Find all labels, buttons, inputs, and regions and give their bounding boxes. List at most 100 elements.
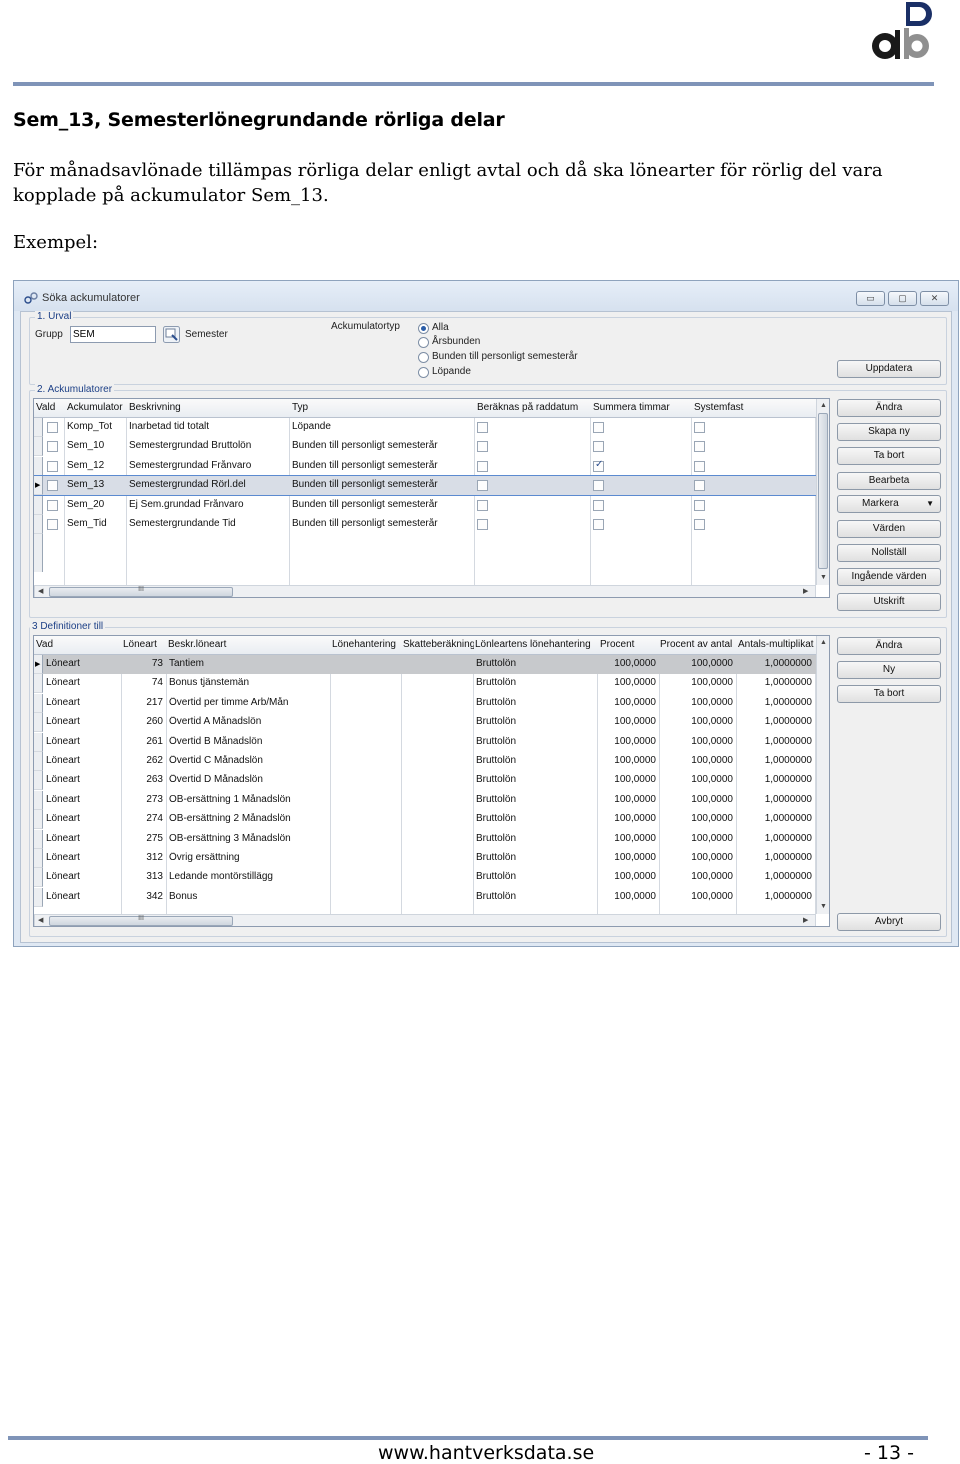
accumulator-hscroll[interactable]: ◀ III ▶ [34,585,816,597]
radio-arsbunden[interactable] [418,337,429,348]
row-header[interactable] [34,752,43,771]
lookup-icon[interactable] [163,326,180,343]
col-lonearten-lonehantering[interactable]: Lönleartens lönehantering [475,639,598,650]
close-window-button[interactable]: ✕ [920,291,949,306]
scroll-left-icon[interactable]: ◀ [38,916,43,924]
vald-checkbox[interactable] [47,519,58,530]
summera-checkbox[interactable] [593,459,604,472]
systemfast-checkbox[interactable] [694,480,705,492]
row-header[interactable] [34,418,43,437]
scroll-up-icon[interactable]: ▲ [820,639,827,646]
col-vad[interactable]: Vad [36,639,121,650]
row-header[interactable] [34,829,43,849]
def-ta-bort-button[interactable]: Ta bort [837,685,941,703]
row-header[interactable] [34,790,43,810]
scroll-up-icon[interactable]: ▲ [820,402,827,409]
varden-button[interactable]: Värden [837,520,941,538]
utskrift-button[interactable]: Utskrift [837,593,941,611]
row-header[interactable] [34,849,43,868]
row-header[interactable] [34,732,43,752]
accumulator-row[interactable]: Sem_Tid Semestergrundande Tid Bunden till … [34,515,816,534]
scroll-down-icon[interactable]: ▼ [820,574,827,581]
vald-checkbox[interactable] [47,422,58,433]
summera-checkbox[interactable] [593,441,604,453]
row-header[interactable] [34,437,43,457]
definition-row[interactable]: Löneart 261 Övertid B Månadslön Bruttolön 10… [34,732,816,752]
col-beskrivning[interactable]: Beskrivning [129,402,289,413]
systemfast-checkbox[interactable] [694,499,705,511]
col-vald[interactable]: Vald [36,402,64,413]
accumulator-row[interactable]: Sem_10 Semestergrundad Bruttolön Bunden ti… [34,437,816,457]
systemfast-checkbox[interactable] [694,519,705,530]
scroll-down-icon[interactable]: ▼ [820,903,827,910]
col-antals-multiplikator[interactable]: Antals-multiplikat [738,639,816,650]
bearbeta-button[interactable]: Bearbeta [837,472,941,490]
beraknas-checkbox[interactable] [477,499,488,511]
row-header[interactable]: ▶ [34,476,43,496]
accumulator-row[interactable]: Komp_Tot Inarbetad tid totalt Löpande [34,418,816,437]
definition-row[interactable]: Löneart 260 Övertid A Månadslön Bruttolön 10… [34,713,816,733]
row-header[interactable]: ▶ [34,655,43,674]
minimize-button[interactable]: ▭ [856,291,885,306]
scroll-right-icon[interactable]: ▶ [803,916,808,924]
markera-button[interactable]: Markera ▼ [837,495,941,513]
beraknas-checkbox[interactable] [477,460,488,472]
vald-checkbox[interactable] [47,441,58,453]
accumulator-row[interactable]: ▶ Sem_13 Semestergrundad Rörl.del Bunden ti… [34,475,817,497]
row-header[interactable] [34,515,43,534]
radio-bunden[interactable] [418,352,429,363]
beraknas-checkbox[interactable] [477,441,488,453]
radio-alla[interactable] [418,323,429,334]
col-beraknas[interactable]: Beräknas på raddatum [477,402,590,413]
ta-bort-button[interactable]: Ta bort [837,447,941,465]
row-header[interactable] [34,771,43,791]
definitions-hscroll[interactable]: ◀ III ▶ [34,914,816,926]
row-header[interactable] [34,495,43,515]
accumulator-row[interactable]: Sem_20 Ej Sem.grundad Frånvaro Bunden till… [34,495,816,515]
systemfast-checkbox[interactable] [694,460,705,472]
vald-checkbox[interactable] [47,499,58,511]
systemfast-checkbox[interactable] [694,422,705,433]
row-header[interactable] [34,456,43,476]
accumulator-hscroll-thumb[interactable]: III [49,586,233,597]
col-skatteberakning[interactable]: Skatteberäkning [403,639,474,650]
col-systemfast[interactable]: Systemfast [694,402,814,413]
accumulator-vscroll[interactable]: ▲ ▼ [816,399,829,585]
definition-row[interactable]: Löneart 274 OB-ersättning 2 Månadslön Brutt… [34,810,816,830]
row-header[interactable] [34,693,43,713]
definition-row[interactable]: Löneart 263 Övertid D Månadslön Bruttolön 10… [34,771,816,791]
definition-row[interactable]: ▶ Löneart 73 Tantiem Bruttolön 100,0000 100,00… [34,655,816,674]
definitions-vscroll[interactable]: ▲ ▼ [816,636,829,914]
definition-row[interactable]: Löneart 275 OB-ersättning 3 Månadslön Brutt… [34,829,816,849]
row-header[interactable] [34,868,43,888]
row-header[interactable] [34,674,43,694]
def-ny-button[interactable]: Ny [837,661,941,679]
row-header[interactable] [34,810,43,830]
col-beskr-loneart[interactable]: Beskr.löneart [168,639,330,650]
col-ackumulator[interactable]: Ackumulator [67,402,126,413]
summera-checkbox[interactable] [593,422,604,433]
accumulator-row[interactable]: Sem_12 Semestergrundad Frånvaro Bunden til… [34,456,816,476]
accumulator-vscroll-thumb[interactable] [818,413,828,569]
definition-row[interactable]: Löneart 262 Övertid C Månadslön Bruttolön 10… [34,752,816,771]
vald-checkbox[interactable] [47,480,58,492]
summera-checkbox[interactable] [593,519,604,530]
beraknas-checkbox[interactable] [477,422,488,433]
vald-checkbox[interactable] [47,460,58,472]
radio-lopande[interactable] [418,367,429,378]
maximize-button[interactable]: ▢ [888,291,917,306]
definition-row[interactable]: Löneart 313 Ledande montörstillägg Bruttolö… [34,868,816,888]
row-header[interactable] [34,713,43,733]
ingaende-varden-button[interactable]: Ingående värden [837,568,941,586]
avbryt-button[interactable]: Avbryt [837,913,941,931]
skapa-ny-button[interactable]: Skapa ny [837,423,941,441]
col-lonehantering[interactable]: Lönehantering [332,639,402,650]
nollstall-button[interactable]: Nollställ [837,544,941,562]
summera-checkbox[interactable] [593,499,604,511]
uppdatera-button[interactable]: Uppdatera [837,360,941,378]
beraknas-checkbox[interactable] [477,519,488,530]
definitions-hscroll-thumb[interactable]: III [49,915,233,926]
definition-row[interactable]: Löneart 74 Bonus tjänstemän Bruttolön 100,00… [34,674,816,694]
systemfast-checkbox[interactable] [694,441,705,453]
col-loneart[interactable]: Löneart [123,639,167,650]
